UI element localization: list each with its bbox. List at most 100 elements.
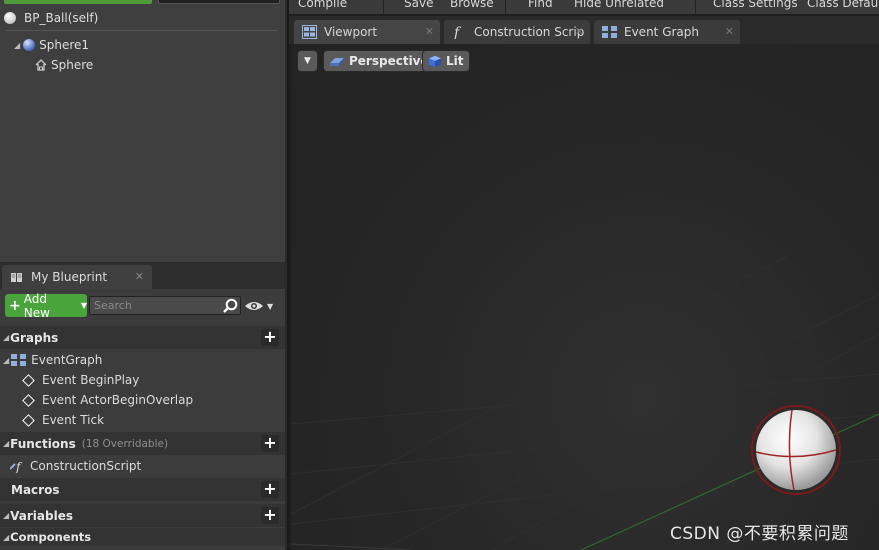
component-label: Sphere xyxy=(51,58,94,72)
tab-viewport[interactable]: Viewport ✕ xyxy=(294,20,440,44)
section-title: Macros xyxy=(11,482,60,497)
find-button[interactable]: Find xyxy=(528,0,553,10)
tab-construction-script[interactable]: f Construction Scrip ✕ xyxy=(444,20,590,44)
section-macros[interactable]: Macros + xyxy=(0,478,285,501)
section-title: Components xyxy=(10,530,92,544)
actor-self-icon xyxy=(4,12,16,24)
graph-item-label: Event ActorBeginOverlap xyxy=(42,393,194,407)
tab-label: Construction Scrip xyxy=(474,25,585,39)
section-variables[interactable]: ◢ Variables + xyxy=(0,504,285,527)
watermark-text: CSDN @不要积累问题 xyxy=(670,524,849,544)
plus-icon: + xyxy=(9,297,21,314)
expand-triangle-icon[interactable]: ◢ xyxy=(14,41,20,50)
perspective-cube-icon xyxy=(330,58,344,66)
search-icon[interactable] xyxy=(222,298,238,314)
perspective-label: Perspective xyxy=(349,54,429,68)
expand-triangle-icon: ◢ xyxy=(3,511,10,520)
my-blueprint-panel: My Blueprint ✕ + Add New ▼ Search ▼ ◢ Gr… xyxy=(0,262,287,550)
add-component-button[interactable] xyxy=(4,0,152,4)
my-blueprint-body: + Add New ▼ Search ▼ ◢ Graphs + ◢ EventG… xyxy=(0,289,285,550)
component-search-input[interactable] xyxy=(158,0,280,4)
event-diamond-icon xyxy=(22,393,35,407)
section-title: Graphs xyxy=(10,330,59,345)
sphere-mesh-preview[interactable] xyxy=(744,400,844,500)
tab-label: Viewport xyxy=(324,25,378,39)
function-icon: f xyxy=(10,460,23,473)
add-macro-button[interactable]: + xyxy=(261,481,279,498)
editor-area: Compile Save Browse Find Hide Unrelated … xyxy=(289,0,879,550)
expand-triangle-icon: ◢ xyxy=(3,532,10,542)
lit-view-mode-button[interactable]: Lit xyxy=(422,50,470,72)
graph-item-label: Event Tick xyxy=(42,413,105,427)
toolbar-divider xyxy=(695,0,696,14)
viewport-icon xyxy=(302,25,317,39)
add-graph-button[interactable]: + xyxy=(261,329,279,346)
chevron-down-icon: ▼ xyxy=(304,56,311,66)
graph-item-label: Event BeginPlay xyxy=(42,373,140,387)
expand-triangle-icon: ◢ xyxy=(3,439,10,448)
overridable-count: (18 Overridable) xyxy=(81,437,169,450)
section-graphs[interactable]: ◢ Graphs + xyxy=(0,326,285,349)
event-diamond-icon xyxy=(22,373,35,387)
function-icon: f xyxy=(453,25,462,39)
section-functions[interactable]: ◢ Functions (18 Overridable) + xyxy=(0,432,285,455)
tab-event-graph[interactable]: Event Graph ✕ xyxy=(594,20,740,44)
close-icon[interactable]: ✕ xyxy=(725,25,734,38)
graph-item-label: EventGraph xyxy=(31,353,103,367)
lit-label: Lit xyxy=(446,54,464,68)
browse-button[interactable]: Browse xyxy=(450,0,494,10)
toolbar: Compile Save Browse Find Hide Unrelated … xyxy=(289,0,879,14)
close-icon[interactable]: ✕ xyxy=(425,25,434,38)
component-label: Sphere1 xyxy=(39,38,90,52)
class-defaults-button[interactable]: Class Defaults xyxy=(807,0,879,10)
section-components[interactable]: ◢ Components xyxy=(0,528,285,546)
toolbar-divider xyxy=(505,0,506,14)
function-item-constructionscript[interactable]: f ConstructionScript xyxy=(0,456,285,476)
graph-item-event-actorbeginoverlap[interactable]: Event ActorBeginOverlap xyxy=(0,390,285,410)
book-icon xyxy=(11,272,22,282)
chevron-down-icon: ▼ xyxy=(267,301,274,311)
close-icon[interactable]: ✕ xyxy=(135,270,144,283)
left-column: BP_Ball(self) ◢ Sphere1 Sphere My Bluepr… xyxy=(0,0,287,550)
toolbar-divider xyxy=(383,0,384,14)
component-row-sphere[interactable]: Sphere xyxy=(34,55,93,75)
graph-icon xyxy=(11,354,27,366)
svg-text:f: f xyxy=(15,460,23,473)
viewport-canvas[interactable]: ▼ Perspective Lit xyxy=(291,44,879,550)
tab-label: My Blueprint xyxy=(31,270,108,284)
components-panel: BP_Ball(self) ◢ Sphere1 Sphere xyxy=(0,0,287,262)
class-settings-button[interactable]: Class Settings xyxy=(713,0,798,10)
add-variable-button[interactable]: + xyxy=(261,507,279,524)
save-button[interactable]: Save xyxy=(404,0,433,10)
perspective-button[interactable]: Perspective xyxy=(323,50,435,72)
viewport-options-button[interactable]: ▼ xyxy=(297,50,318,72)
compile-button[interactable]: Compile xyxy=(298,0,347,10)
component-row-sphere1[interactable]: ◢ Sphere1 xyxy=(14,35,89,55)
components-divider xyxy=(6,30,278,31)
graph-item-eventgraph[interactable]: ◢ EventGraph xyxy=(0,350,285,370)
close-icon[interactable]: ✕ xyxy=(575,25,584,38)
tab-my-blueprint[interactable]: My Blueprint ✕ xyxy=(2,265,152,289)
expand-triangle-icon: ◢ xyxy=(3,355,10,365)
graph-icon xyxy=(602,26,617,38)
add-function-button[interactable]: + xyxy=(261,435,279,452)
lit-cube-icon xyxy=(428,55,442,68)
editor-tab-bar: Viewport ✕ f Construction Scrip ✕ Event … xyxy=(289,16,879,44)
expand-triangle-icon: ◢ xyxy=(3,333,10,342)
view-options-button[interactable]: ▼ xyxy=(244,299,276,313)
function-item-label: ConstructionScript xyxy=(30,459,142,473)
blueprint-search-input[interactable]: Search xyxy=(89,296,241,315)
graph-item-event-tick[interactable]: Event Tick xyxy=(0,410,285,430)
sphere-icon xyxy=(23,39,36,51)
event-diamond-icon xyxy=(22,413,35,427)
add-new-button[interactable]: + Add New ▼ xyxy=(5,292,87,320)
scene-component-icon xyxy=(35,59,47,71)
hide-unrelated-button[interactable]: Hide Unrelated xyxy=(574,0,664,10)
eye-icon xyxy=(245,302,263,310)
component-self-label: BP_Ball(self) xyxy=(24,11,99,25)
graph-item-event-beginplay[interactable]: Event BeginPlay xyxy=(0,370,285,390)
svg-text:f: f xyxy=(453,25,462,39)
chevron-down-icon: ▼ xyxy=(80,301,87,310)
component-self-row[interactable]: BP_Ball(self) xyxy=(4,8,98,28)
section-title: Functions xyxy=(10,436,76,451)
